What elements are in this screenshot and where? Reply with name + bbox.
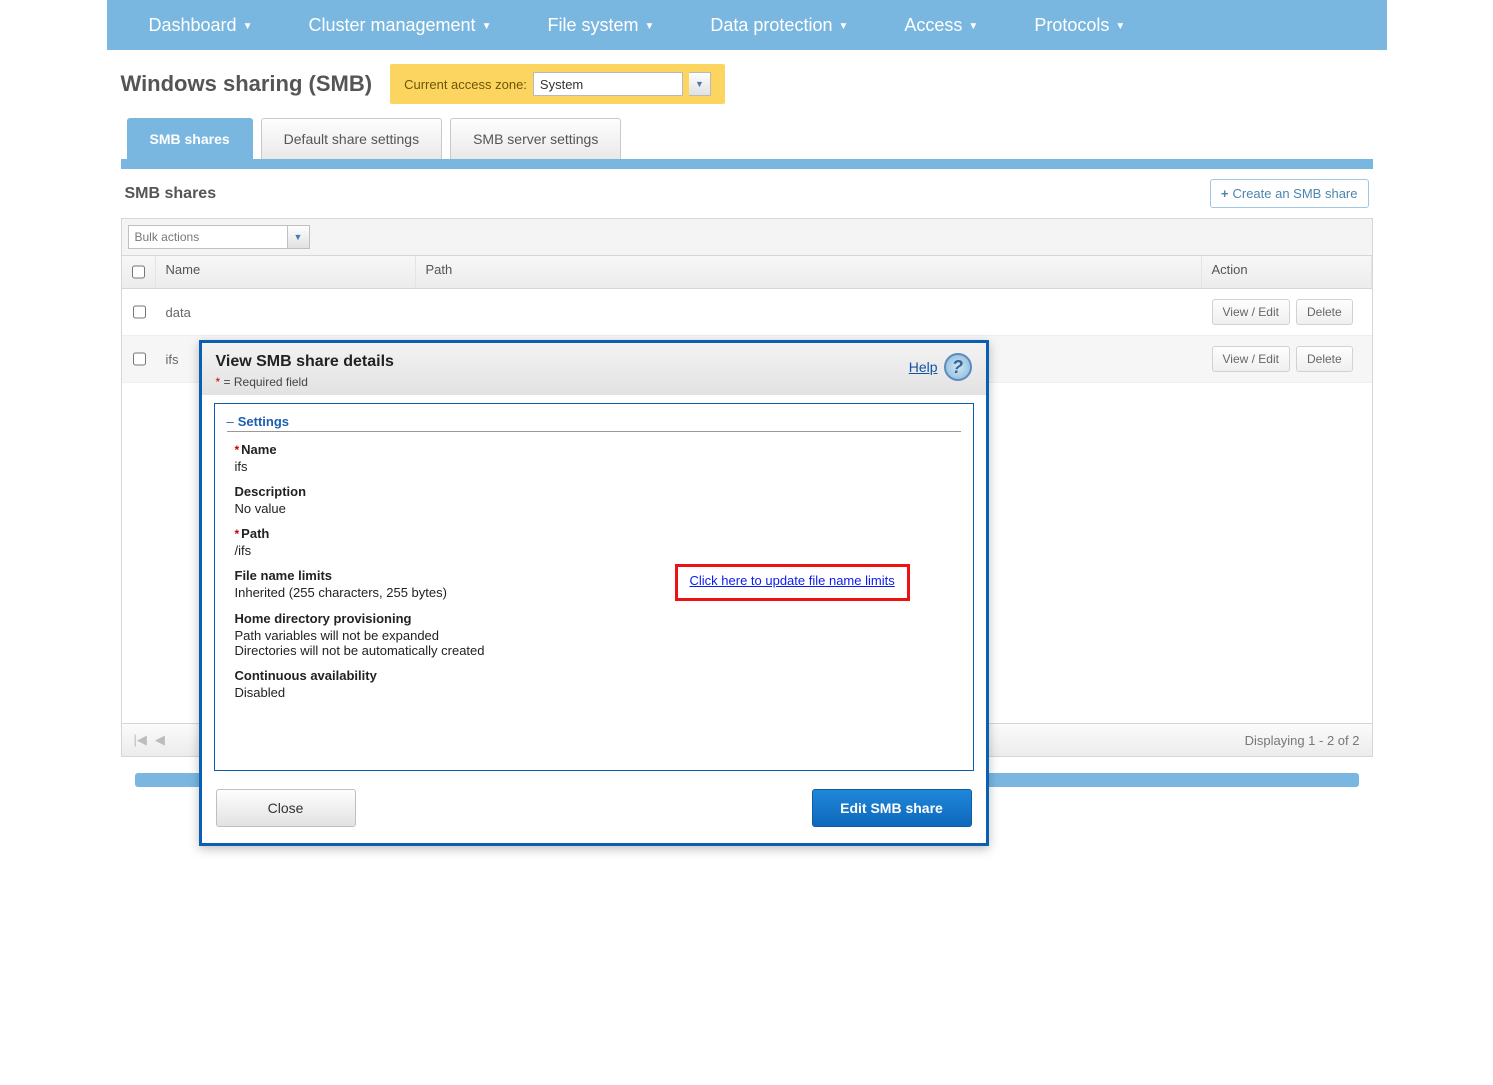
- close-button[interactable]: Close: [216, 789, 356, 827]
- nav-label: Protocols: [1034, 15, 1109, 36]
- panel-title: SMB shares: [125, 185, 217, 203]
- modal-header: View SMB share details * = Required fiel…: [202, 343, 986, 395]
- chevron-down-icon: ▼: [482, 21, 492, 32]
- field-hdp-value-1: Path variables will not be expanded: [235, 628, 961, 643]
- help-link[interactable]: Help: [909, 359, 938, 375]
- pager-icons: |◀ ◀: [134, 732, 165, 748]
- nav-label: Access: [904, 15, 962, 36]
- page-title: Windows sharing (SMB): [121, 71, 373, 97]
- fnl-highlight-box: Click here to update file name limits: [675, 564, 910, 601]
- modal-footer: Close Edit SMB share: [202, 779, 986, 843]
- tab-default-share-settings[interactable]: Default share settings: [261, 118, 442, 159]
- chevron-down-icon: ▼: [968, 21, 978, 32]
- view-edit-button[interactable]: View / Edit: [1212, 346, 1290, 372]
- field-hdp-label: Home directory provisioning: [235, 611, 961, 626]
- field-fnl-label: File name limits: [235, 568, 535, 583]
- table-row: data View / Edit Delete: [122, 289, 1372, 336]
- chevron-down-icon: ▼: [1115, 21, 1125, 32]
- tab-smb-server-settings[interactable]: SMB server settings: [450, 118, 621, 159]
- field-fnl-value: Inherited (255 characters, 255 bytes): [235, 585, 535, 600]
- grid-toolbar: ▼: [122, 219, 1372, 256]
- required-note: * = Required field: [216, 375, 394, 389]
- page-first-icon[interactable]: |◀: [134, 732, 147, 748]
- field-ca-label: Continuous availability: [235, 668, 961, 683]
- title-row: Windows sharing (SMB) Current access zon…: [107, 50, 1387, 110]
- row-checkbox[interactable]: [133, 305, 146, 319]
- access-zone-select[interactable]: [533, 72, 683, 96]
- chevron-down-icon: ▼: [644, 21, 654, 32]
- nav-label: Data protection: [710, 15, 832, 36]
- column-action: Action: [1202, 256, 1372, 288]
- column-name[interactable]: Name: [156, 256, 416, 288]
- create-label: Create an SMB share: [1232, 186, 1357, 201]
- view-edit-button[interactable]: View / Edit: [1212, 299, 1290, 325]
- field-hdp-value-2: Directories will not be automatically cr…: [235, 643, 961, 658]
- row-checkbox[interactable]: [133, 352, 146, 366]
- delete-button[interactable]: Delete: [1296, 299, 1353, 325]
- access-zone-box: Current access zone: ▼: [390, 64, 725, 104]
- row-name: data: [156, 295, 416, 330]
- delete-button[interactable]: Delete: [1296, 346, 1353, 372]
- select-all-checkbox[interactable]: [132, 265, 145, 279]
- column-path[interactable]: Path: [416, 256, 1202, 288]
- field-name-value: ifs: [235, 459, 961, 474]
- display-count: Displaying 1 - 2 of 2: [1245, 733, 1360, 748]
- update-file-name-limits-link[interactable]: Click here to update file name limits: [690, 573, 895, 588]
- nav-dashboard[interactable]: Dashboard ▼: [121, 15, 281, 36]
- view-smb-share-modal: View SMB share details * = Required fiel…: [199, 340, 989, 846]
- nav-label: Dashboard: [149, 15, 237, 36]
- modal-body-frame[interactable]: –Settings *Name ifs Description No value…: [214, 403, 974, 771]
- plus-icon: +: [1221, 186, 1229, 201]
- bulk-actions-dropdown-button[interactable]: ▼: [288, 225, 310, 249]
- nav-label: File system: [547, 15, 638, 36]
- row-path: [416, 302, 1202, 322]
- chevron-down-icon: ▼: [243, 21, 253, 32]
- nav-label: Cluster management: [308, 15, 475, 36]
- access-zone-dropdown-button[interactable]: ▼: [689, 72, 711, 96]
- bulk-actions-select[interactable]: [128, 225, 288, 249]
- nav-data-protection[interactable]: Data protection ▼: [682, 15, 876, 36]
- settings-section-toggle[interactable]: –Settings: [227, 414, 961, 432]
- field-description-value: No value: [235, 501, 961, 516]
- top-navbar: Dashboard ▼ Cluster management ▼ File syst…: [107, 0, 1387, 50]
- field-path-value: /ifs: [235, 543, 961, 558]
- field-path-label: Path: [241, 526, 269, 541]
- tab-smb-shares[interactable]: SMB shares: [127, 118, 253, 159]
- modal-title: View SMB share details: [216, 353, 394, 371]
- create-smb-share-button[interactable]: +Create an SMB share: [1210, 179, 1369, 208]
- page-prev-icon[interactable]: ◀: [155, 732, 165, 748]
- access-zone-label: Current access zone:: [404, 77, 527, 92]
- edit-smb-share-button[interactable]: Edit SMB share: [812, 789, 972, 827]
- grid-header: Name Path Action: [122, 256, 1372, 289]
- field-ca-value: Disabled: [235, 685, 961, 700]
- field-description-label: Description: [235, 484, 961, 499]
- field-name-label: Name: [241, 442, 276, 457]
- nav-access[interactable]: Access ▼: [876, 15, 1006, 36]
- tabs: SMB shares Default share settings SMB se…: [121, 118, 1373, 169]
- nav-file-system[interactable]: File system ▼: [519, 15, 682, 36]
- nav-cluster-management[interactable]: Cluster management ▼: [280, 15, 519, 36]
- nav-protocols[interactable]: Protocols ▼: [1006, 15, 1153, 36]
- chevron-down-icon: ▼: [838, 21, 848, 32]
- help-icon[interactable]: ?: [944, 353, 972, 381]
